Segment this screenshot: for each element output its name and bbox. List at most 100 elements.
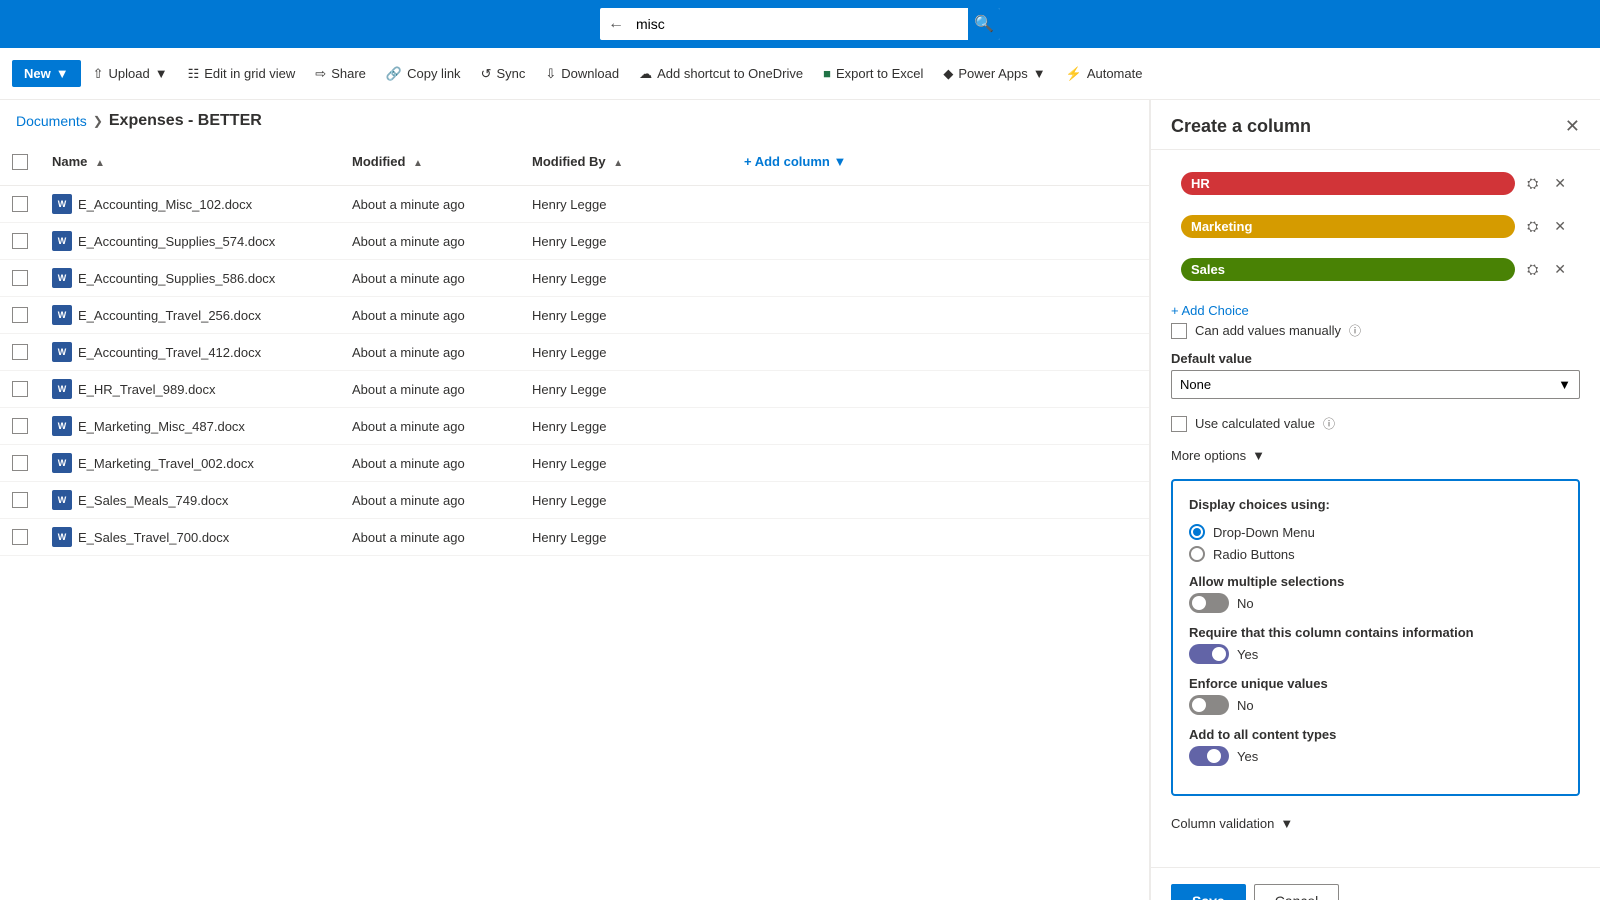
name-sort-icon: ▲ [95, 158, 105, 169]
file-name[interactable]: E_Accounting_Misc_102.docx [78, 197, 252, 212]
save-button[interactable]: Save [1171, 884, 1246, 900]
row-checkbox[interactable] [12, 270, 28, 286]
modifiedby-value: Henry Legge [532, 308, 606, 323]
search-button[interactable]: 🔍 [968, 8, 1000, 40]
row-checkbox[interactable] [12, 233, 28, 249]
panel-header: Create a column ✕ [1151, 100, 1600, 150]
col-header-modified[interactable]: Modified ▲ [340, 138, 520, 186]
allow-multiple-toggle[interactable] [1189, 593, 1229, 613]
row-modified-cell: About a minute ago [340, 519, 520, 556]
more-options-button[interactable]: More options ▼ [1171, 444, 1265, 467]
add-content-types-row: Add to all content types Yes [1189, 727, 1562, 766]
row-checkbox[interactable] [12, 344, 28, 360]
row-checkbox[interactable] [12, 455, 28, 471]
share-label: Share [331, 66, 366, 81]
new-button[interactable]: New ▼ [12, 60, 81, 87]
modified-value: About a minute ago [352, 493, 465, 508]
modified-value: About a minute ago [352, 419, 465, 434]
download-button[interactable]: ⇩ Download [537, 61, 627, 87]
col-header-name[interactable]: Name ▲ [40, 138, 340, 186]
search-back-button[interactable]: ← [600, 15, 632, 33]
power-apps-button[interactable]: ◆ Power Apps ▼ [935, 61, 1053, 87]
file-name[interactable]: E_Accounting_Supplies_586.docx [78, 271, 275, 286]
chip-marketing-remove-button[interactable]: ✕ [1550, 216, 1570, 237]
cancel-button[interactable]: Cancel [1254, 884, 1340, 900]
row-checkbox[interactable] [12, 381, 28, 397]
share-button[interactable]: ⇨ Share [307, 61, 374, 87]
enforce-unique-label: Enforce unique values [1189, 676, 1562, 691]
chip-hr-remove-button[interactable]: ✕ [1550, 173, 1570, 194]
chip-marketing-edit-button[interactable]: ⛭ [1523, 216, 1542, 237]
docx-icon: W [52, 305, 72, 325]
table-row: W E_Sales_Travel_700.docx About a minute… [0, 519, 1149, 556]
row-name-cell: W E_Accounting_Misc_102.docx [40, 186, 340, 223]
row-checkbox[interactable] [12, 529, 28, 545]
file-name[interactable]: E_Accounting_Travel_412.docx [78, 345, 261, 360]
require-info-value: Yes [1237, 647, 1258, 662]
row-checkbox-cell [0, 445, 40, 482]
chip-hr-edit-button[interactable]: ⛭ [1523, 173, 1542, 194]
file-name[interactable]: E_Accounting_Travel_256.docx [78, 308, 261, 323]
sync-button[interactable]: ↺ Sync [473, 61, 534, 87]
can-add-values-checkbox[interactable] [1171, 323, 1187, 339]
add-content-types-value: Yes [1237, 749, 1258, 764]
row-name-cell: W E_Marketing_Misc_487.docx [40, 408, 340, 445]
chip-sales-edit-button[interactable]: ⛭ [1523, 259, 1542, 280]
row-extra-cell [720, 186, 1149, 223]
search-input[interactable] [632, 16, 968, 32]
row-checkbox[interactable] [12, 307, 28, 323]
row-modifiedby-cell: Henry Legge [520, 186, 720, 223]
file-name[interactable]: E_Marketing_Travel_002.docx [78, 456, 254, 471]
radio-radio-row[interactable]: Radio Buttons [1189, 546, 1562, 562]
row-modified-cell: About a minute ago [340, 223, 520, 260]
file-list-area: Documents ❯ Expenses - BETTER Name ▲ Mod… [0, 100, 1150, 900]
row-checkbox[interactable] [12, 492, 28, 508]
panel-title: Create a column [1171, 116, 1311, 137]
new-button-label: New [24, 66, 51, 81]
file-name[interactable]: E_Sales_Travel_700.docx [78, 530, 229, 545]
select-all-checkbox[interactable] [12, 154, 28, 170]
add-column-button[interactable]: + Add column ▼ [732, 146, 1137, 177]
copy-link-button[interactable]: 🔗 Copy link [378, 61, 469, 87]
default-value-chevron: ▼ [1558, 377, 1571, 392]
chip-sales-remove-button[interactable]: ✕ [1550, 259, 1570, 280]
row-checkbox-cell [0, 297, 40, 334]
add-content-types-toggle[interactable] [1189, 746, 1229, 766]
export-button[interactable]: ■ Export to Excel [815, 61, 931, 86]
file-table: Name ▲ Modified ▲ Modified By ▲ + Add co… [0, 138, 1149, 556]
upload-button[interactable]: ⇧ Upload ▼ [85, 61, 176, 87]
file-name[interactable]: E_Accounting_Supplies_574.docx [78, 234, 275, 249]
row-checkbox[interactable] [12, 196, 28, 212]
require-info-toggle[interactable] [1189, 644, 1229, 664]
edit-grid-button[interactable]: ☷ Edit in grid view [180, 61, 304, 87]
row-checkbox-cell [0, 482, 40, 519]
panel-close-button[interactable]: ✕ [1565, 116, 1580, 137]
row-modifiedby-cell: Henry Legge [520, 408, 720, 445]
row-modifiedby-cell: Henry Legge [520, 297, 720, 334]
use-calculated-checkbox[interactable] [1171, 416, 1187, 432]
default-value-select[interactable]: None ▼ [1171, 370, 1580, 399]
enforce-unique-toggle[interactable] [1189, 695, 1229, 715]
col-header-modifiedby[interactable]: Modified By ▲ [520, 138, 720, 186]
shortcut-button[interactable]: ☁ Add shortcut to OneDrive [631, 61, 811, 87]
breadcrumb-parent[interactable]: Documents [16, 113, 87, 129]
choice-chip-marketing: Marketing ⛭ ✕ [1171, 209, 1580, 244]
table-row: W E_Accounting_Travel_412.docx About a m… [0, 334, 1149, 371]
file-name[interactable]: E_HR_Travel_989.docx [78, 382, 216, 397]
download-label: Download [561, 66, 619, 81]
add-choice-button[interactable]: + Add Choice [1171, 299, 1249, 322]
row-name-cell: W E_Sales_Meals_749.docx [40, 482, 340, 519]
use-calculated-info-icon[interactable]: ⓘ [1323, 415, 1335, 432]
row-modifiedby-cell: Henry Legge [520, 445, 720, 482]
file-name[interactable]: E_Marketing_Misc_487.docx [78, 419, 245, 434]
column-validation-button[interactable]: Column validation ▼ [1171, 812, 1293, 835]
modified-sort-icon: ▲ [413, 158, 423, 169]
row-modifiedby-cell: Henry Legge [520, 260, 720, 297]
default-value-group: Default value None ▼ [1171, 351, 1580, 399]
can-add-values-info-icon[interactable]: ⓘ [1349, 322, 1361, 339]
radio-dropdown-row[interactable]: Drop-Down Menu [1189, 524, 1562, 540]
automate-button[interactable]: ⚡ Automate [1058, 61, 1151, 87]
row-checkbox[interactable] [12, 418, 28, 434]
file-name[interactable]: E_Sales_Meals_749.docx [78, 493, 228, 508]
modifiedby-value: Henry Legge [532, 271, 606, 286]
